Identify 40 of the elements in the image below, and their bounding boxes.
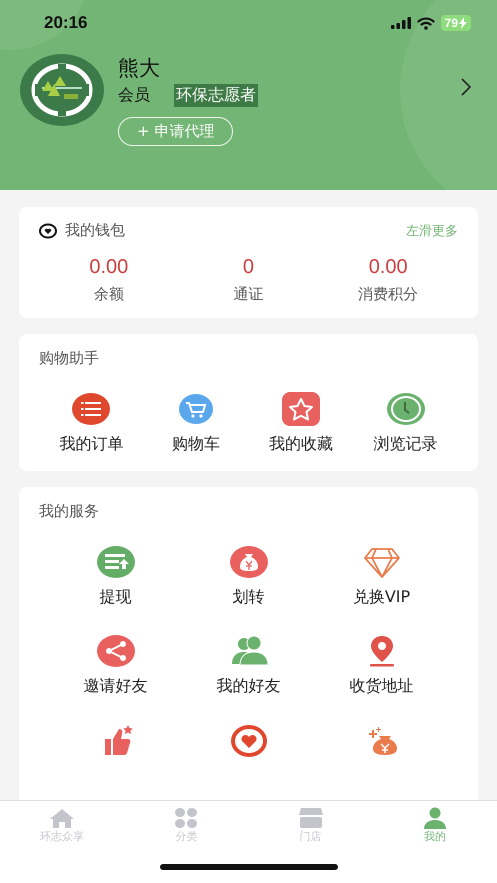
section-title: 我的钱包 bbox=[65, 221, 126, 240]
menu-label[interactable]: 提现 bbox=[100, 587, 132, 608]
grid-icon bbox=[173, 807, 200, 829]
money-bag-icon[interactable] bbox=[228, 545, 268, 579]
battery-indicator: 79 bbox=[440, 15, 471, 31]
wifi-icon bbox=[416, 16, 435, 30]
person-icon bbox=[422, 807, 448, 829]
clock-icon[interactable] bbox=[386, 392, 426, 426]
menu-label[interactable]: 我的订单 bbox=[59, 434, 124, 455]
menu-label[interactable]: 浏览记录 bbox=[374, 434, 438, 455]
lightning-icon bbox=[459, 17, 467, 29]
volunteer-tag: 环保志愿者 bbox=[174, 84, 258, 107]
status-time: 20:16 bbox=[44, 13, 88, 33]
stat-label: 通证 bbox=[233, 285, 264, 304]
signal-icon bbox=[390, 17, 411, 29]
menu-label[interactable]: 我的好友 bbox=[216, 676, 280, 697]
section-title: 购物助手 bbox=[39, 349, 99, 367]
stat-label: 消费积分 bbox=[358, 285, 418, 304]
user-name: 熊大 bbox=[118, 55, 161, 82]
menu-label[interactable]: 邀请好友 bbox=[84, 676, 148, 697]
stat-value: 0.00 bbox=[368, 256, 408, 279]
home-icon bbox=[49, 807, 76, 829]
share-icon[interactable] bbox=[96, 634, 136, 668]
store-icon bbox=[298, 807, 324, 829]
withdraw-icon[interactable] bbox=[96, 545, 136, 579]
stat-value: 0.00 bbox=[89, 256, 128, 279]
logo-icon bbox=[20, 54, 104, 126]
diamond-icon[interactable] bbox=[362, 545, 402, 579]
menu-label[interactable]: 收货地址 bbox=[350, 676, 414, 697]
list-icon[interactable] bbox=[71, 392, 112, 426]
menu-label[interactable]: 我的收藏 bbox=[268, 434, 333, 455]
menu-label[interactable]: 划转 bbox=[232, 587, 264, 608]
eye-icon bbox=[39, 222, 57, 238]
stat-label: 余额 bbox=[94, 285, 124, 304]
stat-value: 0 bbox=[242, 256, 254, 279]
chevron-right-icon[interactable] bbox=[461, 78, 471, 96]
menu-label[interactable]: 兑换VIP bbox=[352, 587, 410, 608]
menu-label[interactable]: 购物车 bbox=[172, 434, 220, 455]
member-level: 会员 bbox=[118, 85, 150, 106]
section-title: 我的服务 bbox=[39, 502, 99, 520]
